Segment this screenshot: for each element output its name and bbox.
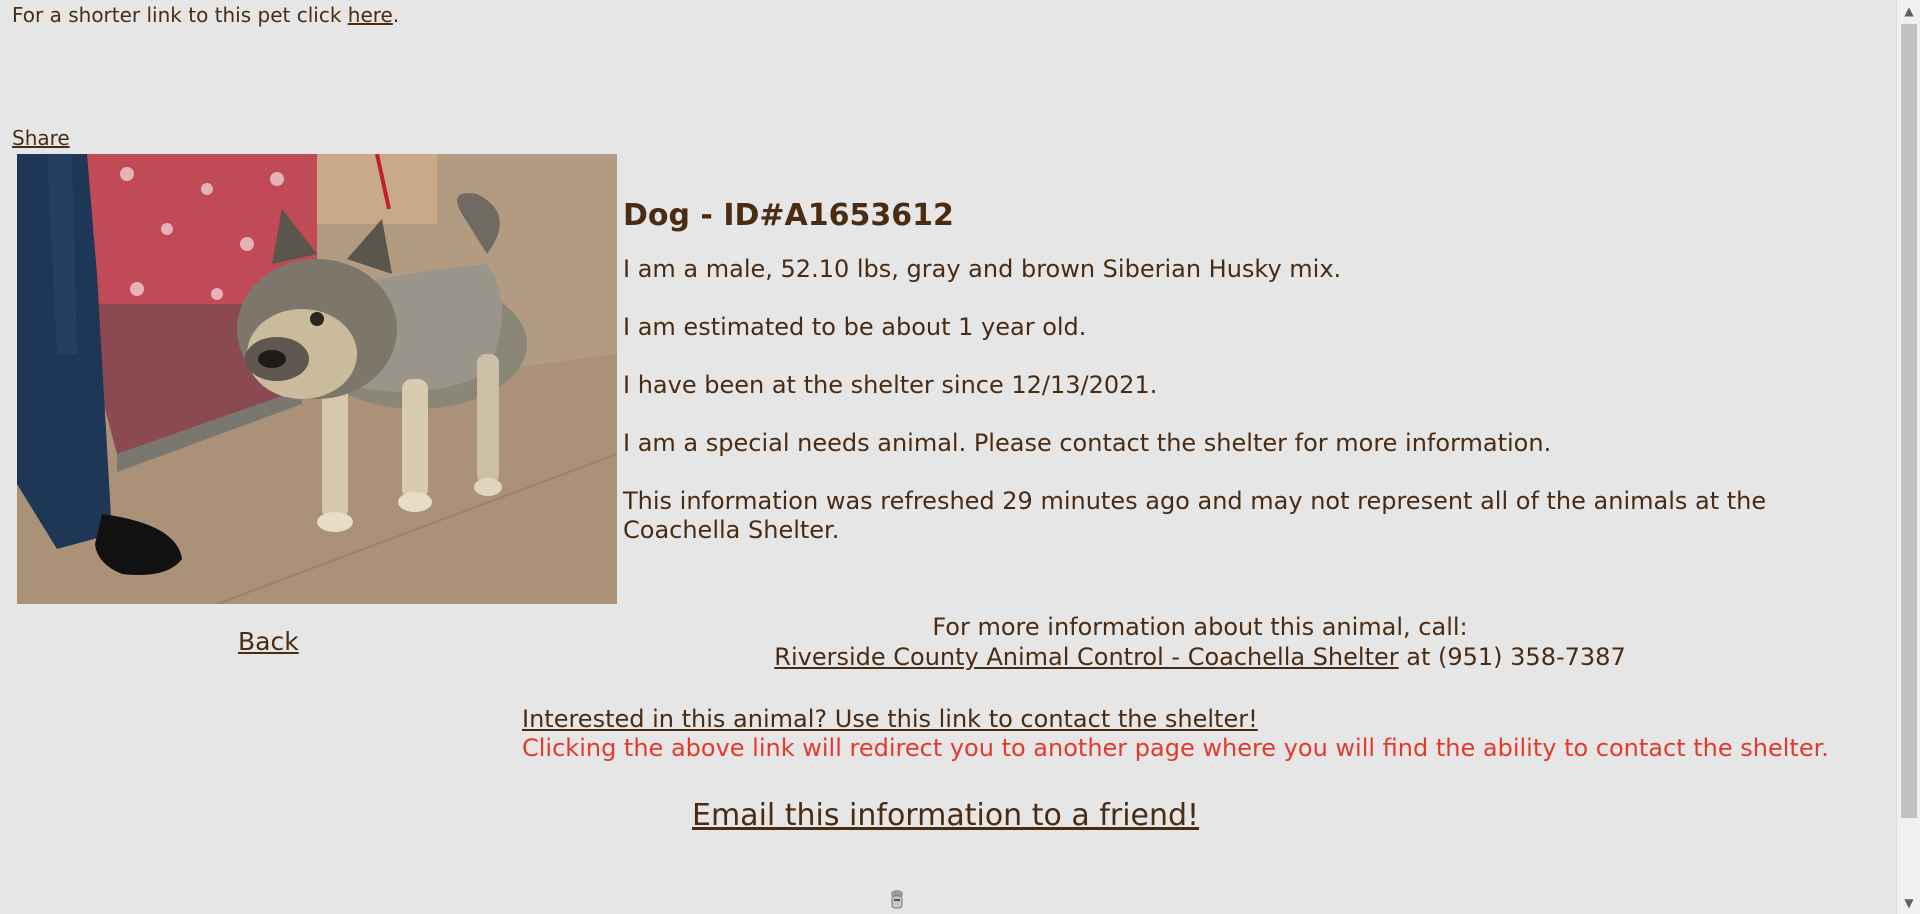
call-heading: For more information about this animal, … (932, 613, 1468, 641)
vertical-scrollbar[interactable]: ▲ ▼ (1896, 0, 1920, 914)
refresh-note: This information was refreshed 29 minute… (623, 487, 1767, 544)
animal-info: Dog - ID#A1653612 I am a male, 52.10 lbs… (623, 198, 1823, 574)
short-link-prefix: For a shorter link to this pet click (12, 3, 348, 27)
shelter-name-link[interactable]: Riverside County Animal Control - Coache… (774, 643, 1398, 671)
pet-photo (17, 154, 617, 604)
contact-shelter-link[interactable]: Interested in this animal? Use this link… (522, 705, 1258, 733)
animal-age: I am estimated to be about 1 year old. (623, 313, 1087, 341)
short-link-suffix: . (392, 3, 400, 27)
short-link-here[interactable]: here (348, 3, 393, 27)
scroll-up-arrow-icon[interactable]: ▲ (1897, 0, 1920, 22)
animal-intake-date: I have been at the shelter since 12/13/2… (623, 371, 1158, 399)
back-link[interactable]: Back (238, 627, 299, 656)
contact-section: Interested in this animal? Use this link… (522, 705, 1902, 763)
scrollbar-thumb[interactable] (1901, 24, 1917, 818)
short-link-text: For a shorter link to this pet click her… (12, 3, 399, 27)
loading-spinner-icon (888, 888, 906, 910)
redirect-notice: Clicking the above link will redirect yo… (522, 734, 1829, 762)
call-info: For more information about this animal, … (600, 612, 1800, 672)
special-needs-note: I am a special needs animal. Please cont… (623, 429, 1552, 457)
email-friend-link[interactable]: Email this information to a friend! (692, 798, 1199, 833)
animal-description: I am a male, 52.10 lbs, gray and brown S… (623, 255, 1342, 283)
share-link[interactable]: Share (12, 126, 70, 150)
shelter-phone: at (951) 358-7387 (1398, 643, 1626, 671)
scroll-down-arrow-icon[interactable]: ▼ (1897, 892, 1920, 914)
animal-title: Dog - ID#A1653612 (623, 198, 954, 233)
call-line: Riverside County Animal Control - Coache… (600, 642, 1800, 672)
